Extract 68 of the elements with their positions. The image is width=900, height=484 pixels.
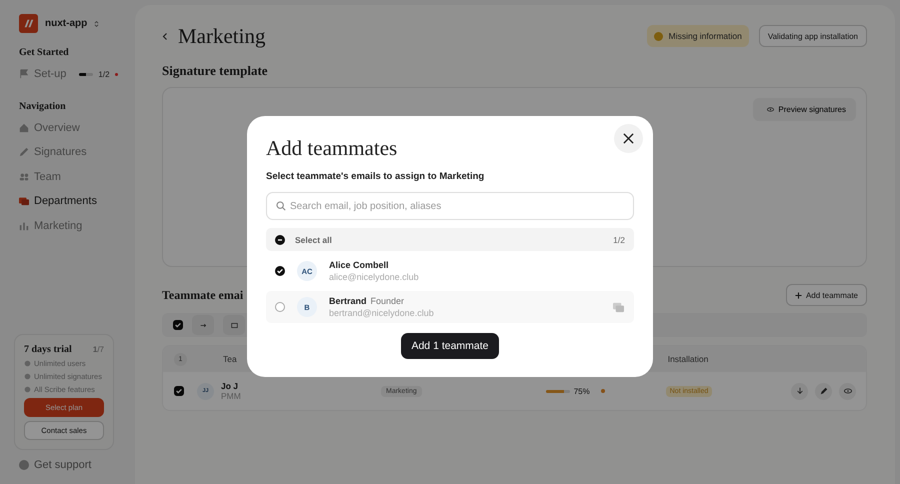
edit-button[interactable] [815, 382, 832, 400]
section-title: Teammate emai [162, 288, 244, 302]
teammate-name: Jo J [221, 381, 240, 391]
mail-icon [230, 322, 238, 328]
close-button[interactable] [614, 124, 643, 153]
page-title: Marketing [178, 24, 266, 48]
teammate-checkbox[interactable] [275, 302, 285, 312]
download-icon [796, 387, 804, 395]
nav-item[interactable]: Signatures [19, 144, 135, 160]
nav-item[interactable]: Departments [19, 193, 135, 209]
flag-icon [19, 69, 29, 79]
people-icon [19, 172, 29, 182]
nav-item[interactable]: Set-up 1/2 [19, 66, 135, 82]
section-title: Navigation [19, 100, 67, 112]
eye-icon [844, 387, 852, 395]
teammate-name: Bertrand [329, 296, 367, 306]
arrow-icon [200, 322, 206, 328]
search-field[interactable]: Search email, job position, aliases [266, 192, 634, 220]
nav-item[interactable]: Team [19, 168, 135, 184]
status-dot [114, 72, 118, 76]
dialog-subtitle: Select teammate's emails to assign to Marketing [266, 171, 486, 182]
row-checkbox[interactable] [174, 386, 184, 396]
trial-count: 1/7 [92, 345, 104, 354]
plus-icon [794, 292, 802, 298]
chevron-icon[interactable] [94, 20, 100, 28]
help-icon [19, 460, 29, 470]
select-all-label[interactable]: Select all [295, 234, 332, 244]
section-title: Get Started [19, 47, 70, 58]
column-header: Tea [223, 354, 237, 364]
status-badge: Missing information [646, 25, 749, 47]
teammate-email: alice@nicelydone.club [329, 272, 419, 282]
teammate-role: PMM [221, 391, 242, 401]
add-teammate-button[interactable]: Add 1 teammate [401, 333, 499, 359]
completion-percent: 75% [574, 386, 590, 396]
back-icon[interactable] [162, 32, 168, 40]
add-teammate-button[interactable]: Add teammate [786, 284, 867, 306]
pen-icon [19, 147, 29, 157]
workspace-name[interactable]: nuxt-app [45, 18, 88, 29]
download-button[interactable] [791, 382, 808, 400]
search-icon [276, 201, 286, 211]
teammate-checkbox[interactable] [275, 266, 285, 276]
setup-progress [79, 72, 94, 76]
nav-item[interactable]: Marketing [19, 218, 135, 234]
teammate-role: Founder [370, 296, 404, 306]
select-all-checkbox[interactable] [275, 234, 285, 244]
nav-item[interactable]: Overview [19, 120, 135, 136]
app-logo-icon [19, 14, 38, 33]
checkbox[interactable] [173, 320, 183, 330]
selection-count: 1/2 [613, 234, 625, 244]
preview-button[interactable]: Preview signatures [753, 98, 856, 121]
teammate-name: Alice Combell [329, 260, 389, 270]
home-icon [19, 122, 29, 132]
status-dot [600, 389, 605, 393]
eye-icon [767, 107, 774, 112]
close-icon [623, 133, 634, 144]
completion-bar [546, 390, 570, 392]
validate-button[interactable]: Validating app installation [758, 25, 867, 47]
section-title: Signature template [162, 63, 269, 79]
preview-button[interactable] [839, 382, 856, 400]
pencil-icon [820, 387, 828, 395]
teammate-email: bertrand@nicelydone.club [329, 308, 434, 318]
dialog-title: Add teammates [266, 136, 398, 161]
mail-button[interactable] [223, 315, 245, 335]
column-header: Installation [668, 354, 708, 364]
chart-icon [19, 220, 29, 230]
folders-icon [19, 196, 29, 206]
trial-title: 7 days trial [24, 344, 72, 355]
support-link[interactable]: Get support [19, 459, 135, 471]
